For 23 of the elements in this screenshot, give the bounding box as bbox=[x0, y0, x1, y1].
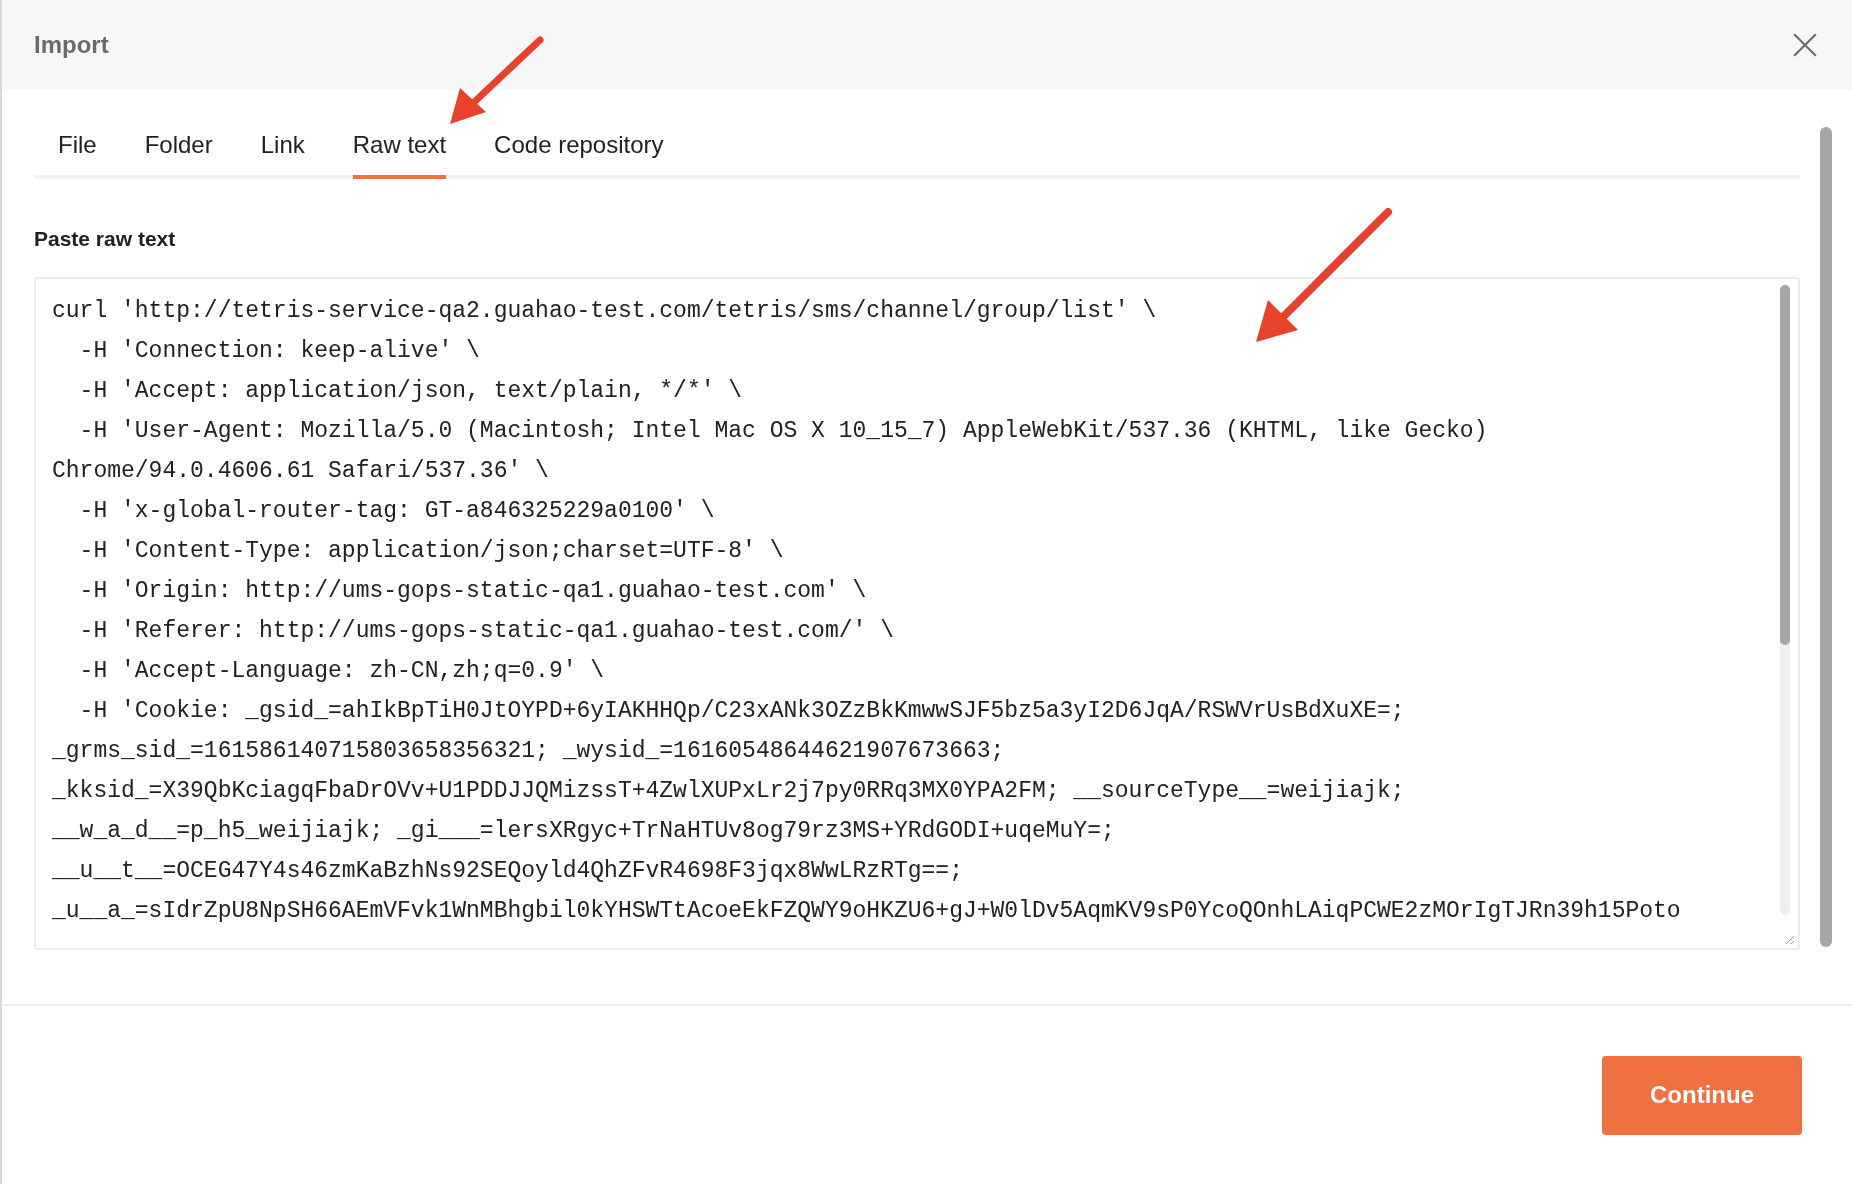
code-line: curl 'http://tetris-service-qa2.guahao-test.com/tetris/sms/channel/group/list' \ bbox=[52, 296, 1158, 326]
code-line: -H 'Referer: http://ums-gops-static-qa1.guahao-test.com/' \ bbox=[78, 616, 895, 646]
code-line: -H 'x-global-router-tag: GT-a846325229a0100' \ bbox=[78, 496, 716, 526]
tab[interactable]: Folder bbox=[144, 119, 213, 179]
tab[interactable]: Raw text bbox=[352, 119, 447, 179]
code-line: -H 'User-Agent: Mozilla/5.0 (Macintosh; Intel Mac OS X 10_15_7) AppleWebKit/537.36 (KHTML, like Gecko) bbox=[78, 416, 1489, 446]
code-line: -H 'Cookie: _gsid_=ahIkBpTiH0JtOYPD+6yIAKHHQp/C23xANk3OZzBkKmwwSJF5bz5a3yI2D6JqA/RSWVrUsBdXuXE=; bbox=[78, 696, 1406, 726]
code-line: -H 'Accept: application/json, text/plain, */*' \ bbox=[78, 376, 744, 406]
tab[interactable]: File bbox=[58, 119, 97, 179]
code-line: -H 'Origin: http://ums-gops-static-qa1.guahao-test.com' \ bbox=[78, 576, 868, 606]
code-line: _grms_sid_=161586140715803658356321; _wysid_=16160548644621907673663; bbox=[52, 736, 1006, 766]
tab[interactable]: Code repository bbox=[494, 119, 664, 179]
code-line: -H 'Connection: keep-alive' \ bbox=[78, 336, 481, 366]
code-line: _kksid_=X39QbKciagqFbaDrOVv+U1PDDJJQMizssT+4ZwlXUPxLr2j7py0RRq3MX0YPA2FM; __sourceType__=weijiajk; bbox=[52, 776, 1406, 806]
code-line: -H 'Content-Type: application/json;charset=UTF-8' \ bbox=[78, 536, 785, 566]
field-label: Paste raw text bbox=[34, 226, 177, 252]
code-line: Chrome/94.0.4606.61 Safari/537.36' \ bbox=[52, 456, 550, 486]
code-line: -H 'Accept-Language: zh-CN,zh;q=0.9' \ bbox=[78, 656, 606, 686]
tab[interactable]: Link bbox=[260, 119, 305, 179]
dialog-title: Import bbox=[34, 29, 109, 60]
code-line: _u__a_=sIdrZpU8NpSH66AEmVFvk1WnMBhgbil0kYHSWTtAcoeEkFZQWY9oHKZU6+gJ+W0lDv5AqmKV9sP0YcoQOnhLAiqPCWE2zMOrIgTJRn39h15Poto bbox=[52, 896, 1681, 926]
code-line: __u__t__=OCEG47Y4s46zmKaBzhNs92SEQoyld4QhZFvR4698F3jqx8WwLRzRTg==; bbox=[52, 856, 964, 886]
code-line: __w_a_d__=p_h5_weijiajk; _gi___=lersXRgyc+TrNaHTUv8og79rz3MS+YRdGODI+uqeMuY=; bbox=[52, 816, 1116, 846]
